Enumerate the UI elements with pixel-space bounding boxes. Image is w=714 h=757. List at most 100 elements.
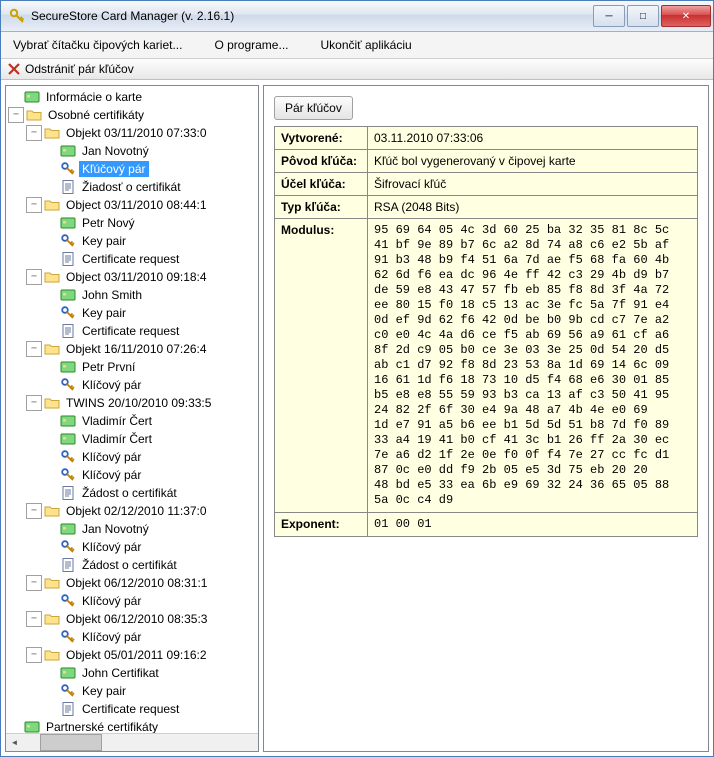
tree-item-key[interactable]: Klíčový pár — [8, 592, 258, 610]
menu-select-reader[interactable]: Vybrať čítačku čipových kariet... — [9, 36, 186, 54]
tree-object[interactable]: − Objekt 02/12/2010 11:37:0 — [8, 502, 258, 520]
menu-about[interactable]: O programe... — [210, 36, 292, 54]
tree-node-label[interactable]: John Smith — [79, 287, 145, 303]
tree-panel[interactable]: Informácie o karte−Osobné certifikáty−Ob… — [5, 85, 259, 752]
tree-item-card[interactable]: Jan Novotný — [8, 520, 258, 538]
row-purpose-value: Šifrovací kľúč — [368, 173, 698, 196]
tree-node-label[interactable]: Key pair — [79, 305, 129, 321]
tree-item-req[interactable]: Certificate request — [8, 700, 258, 718]
tree-object[interactable]: − Objekt 06/12/2010 08:31:1 — [8, 574, 258, 592]
tree-node-label[interactable]: Vladimír Čert — [79, 413, 155, 429]
tree-item-card[interactable]: Vladimír Čert — [8, 430, 258, 448]
tree-object[interactable]: − Object 03/11/2010 08:44:1 — [8, 196, 258, 214]
tree-node-label[interactable]: Objekt 06/12/2010 08:31:1 — [63, 575, 210, 591]
folder-icon — [44, 269, 60, 285]
tree-item-key[interactable]: Klíčový pár — [8, 376, 258, 394]
tree-node-label[interactable]: TWINS 20/10/2010 09:33:5 — [63, 395, 214, 411]
tree-node-label[interactable]: Klíčový pár — [79, 593, 144, 609]
tree-node-label[interactable]: Klíčový pár — [79, 377, 144, 393]
tree-node-label[interactable]: Žádost o certifikát — [79, 485, 180, 501]
tree-horizontal-scrollbar[interactable]: ◄ — [6, 733, 258, 751]
tree-item-key[interactable]: Key pair — [8, 232, 258, 250]
tree-item-req[interactable]: Žádost o certifikát — [8, 484, 258, 502]
tree-node-label[interactable]: Objekt 16/11/2010 07:26:4 — [63, 341, 210, 357]
tree-item-key[interactable]: Klíčový pár — [8, 538, 258, 556]
delete-keypair-button[interactable]: Odstrániť pár kľúčov — [25, 62, 134, 76]
titlebar[interactable]: SecureStore Card Manager (v. 2.16.1) ─ □… — [1, 1, 713, 32]
tree-node-label[interactable]: Vladimír Čert — [79, 431, 155, 447]
tree-node-label[interactable]: Objekt 02/12/2010 11:37:0 — [63, 503, 210, 519]
tree-object[interactable]: − Objekt 16/11/2010 07:26:4 — [8, 340, 258, 358]
tree-node-label[interactable]: Object 03/11/2010 09:18:4 — [63, 269, 210, 285]
tree-item-card[interactable]: John Certifikat — [8, 664, 258, 682]
tree-node-label[interactable]: Petr Nový — [79, 215, 138, 231]
expander-icon[interactable]: − — [26, 647, 42, 663]
row-type-value: RSA (2048 Bits) — [368, 196, 698, 219]
tree-node-label[interactable]: Certificate request — [79, 701, 182, 717]
expander-icon[interactable]: − — [26, 503, 42, 519]
tree-item-card[interactable]: John Smith — [8, 286, 258, 304]
window-title: SecureStore Card Manager (v. 2.16.1) — [31, 9, 591, 23]
tree-node-label[interactable]: Certificate request — [79, 251, 182, 267]
tree-node-label[interactable]: Klíčový pár — [79, 467, 144, 483]
tree-item-key[interactable]: Klíčový pár — [8, 448, 258, 466]
tree-node-label[interactable]: Object 03/11/2010 08:44:1 — [63, 197, 210, 213]
tree-item-card[interactable]: Jan Novotný — [8, 142, 258, 160]
tree-item-req[interactable]: Žádost o certifikát — [8, 556, 258, 574]
tree-node-label[interactable]: Objekt 06/12/2010 08:35:3 — [63, 611, 210, 627]
tree-personal-certs[interactable]: − Osobné certifikáty — [8, 106, 258, 124]
tree-item-card[interactable]: Vladimír Čert — [8, 412, 258, 430]
tree-node-label[interactable]: Key pair — [79, 683, 129, 699]
minimize-button[interactable]: ─ — [593, 5, 625, 27]
key-icon — [60, 449, 76, 465]
tree-item-key[interactable]: Key pair — [8, 304, 258, 322]
tree-node-label[interactable]: Certificate request — [79, 323, 182, 339]
tree-card-info[interactable]: Informácie o karte — [8, 88, 258, 106]
close-button[interactable]: ✕ — [661, 5, 711, 27]
expander-icon[interactable]: − — [26, 575, 42, 591]
tree-node-label[interactable]: Klíčový pár — [79, 449, 144, 465]
tree-object[interactable]: − Objekt 03/11/2010 07:33:0 — [8, 124, 258, 142]
tree-item-req[interactable]: Žiadosť o certifikát — [8, 178, 258, 196]
tree-item-key[interactable]: Key pair — [8, 682, 258, 700]
expander-icon[interactable]: − — [26, 395, 42, 411]
expander-icon[interactable]: − — [26, 125, 42, 141]
tree-node-label[interactable]: Klíčový pár — [79, 539, 144, 555]
folder-icon — [26, 107, 42, 123]
tree-node-label[interactable]: Key pair — [79, 233, 129, 249]
tree-node-label[interactable]: Jan Novotný — [79, 521, 152, 537]
card-icon — [60, 143, 76, 159]
tree-node-label[interactable]: Klíčový pár — [79, 629, 144, 645]
expander-icon[interactable]: − — [26, 611, 42, 627]
menu-quit[interactable]: Ukončiť aplikáciu — [316, 36, 415, 54]
maximize-button[interactable]: □ — [627, 5, 659, 27]
expander-icon[interactable]: − — [26, 341, 42, 357]
expander-icon[interactable]: − — [8, 107, 24, 123]
tree-item-req[interactable]: Certificate request — [8, 250, 258, 268]
tree-item-key[interactable]: Klíčový pár — [8, 466, 258, 484]
tree-node-label[interactable]: Informácie o karte — [43, 89, 145, 105]
row-modulus-value: 95 69 64 05 4c 3d 60 25 ba 32 35 81 8c 5… — [368, 219, 698, 513]
tree-object[interactable]: − TWINS 20/10/2010 09:33:5 — [8, 394, 258, 412]
expander-icon[interactable]: − — [26, 197, 42, 213]
tree-item-card[interactable]: Petr První — [8, 358, 258, 376]
row-created-label: Vytvorené: — [275, 127, 368, 150]
tree-node-label[interactable]: Kľúčový pár — [79, 161, 149, 177]
tree-object[interactable]: − Objekt 06/12/2010 08:35:3 — [8, 610, 258, 628]
tree-object[interactable]: − Objekt 05/01/2011 09:16:2 — [8, 646, 258, 664]
tree-node-label[interactable]: Petr První — [79, 359, 138, 375]
tree-node-label[interactable]: Objekt 03/11/2010 07:33:0 — [63, 125, 210, 141]
tree-item-card[interactable]: Petr Nový — [8, 214, 258, 232]
tree-item-key[interactable]: Kľúčový pár — [8, 160, 258, 178]
tree-object[interactable]: − Object 03/11/2010 09:18:4 — [8, 268, 258, 286]
tree-node-label[interactable]: John Certifikat — [79, 665, 162, 681]
tree-item-req[interactable]: Certificate request — [8, 322, 258, 340]
tree-node-label[interactable]: Osobné certifikáty — [45, 107, 147, 123]
expander-icon[interactable]: − — [26, 269, 42, 285]
tree-node-label[interactable]: Objekt 05/01/2011 09:16:2 — [63, 647, 210, 663]
keypair-header-button[interactable]: Pár kľúčov — [274, 96, 353, 120]
tree-node-label[interactable]: Žiadosť o certifikát — [79, 179, 184, 195]
tree-node-label[interactable]: Žádost o certifikát — [79, 557, 180, 573]
tree-item-key[interactable]: Klíčový pár — [8, 628, 258, 646]
tree-node-label[interactable]: Jan Novotný — [79, 143, 152, 159]
